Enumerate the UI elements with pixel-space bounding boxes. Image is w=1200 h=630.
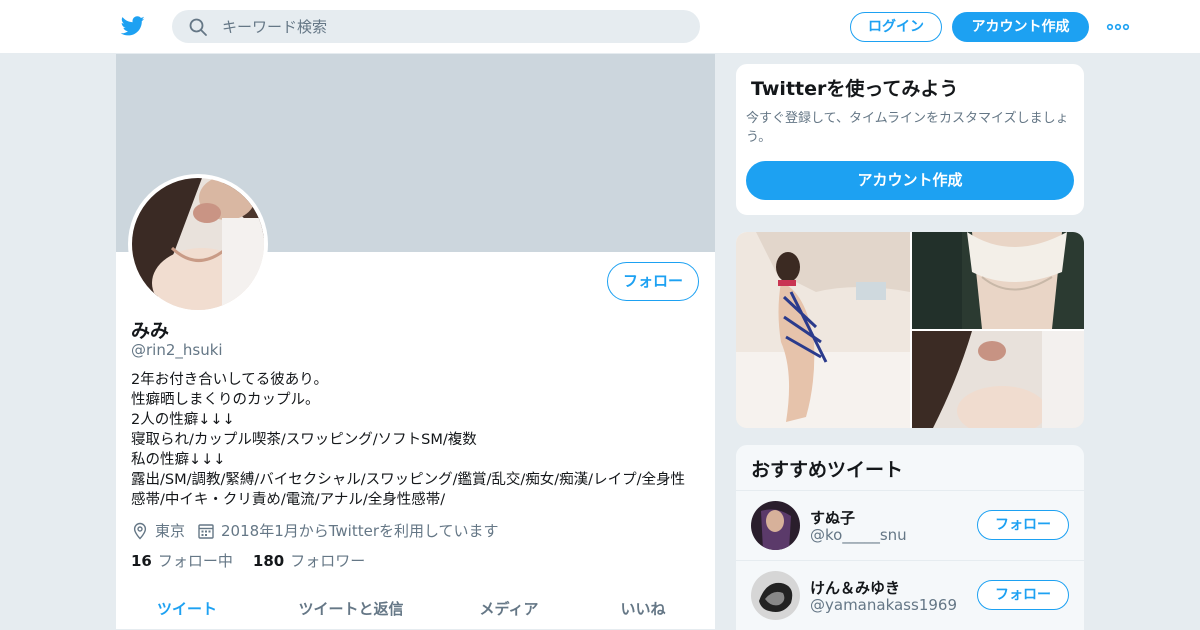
tab-tweets-and-replies[interactable]: ツイートと返信 [258, 584, 444, 629]
profile-joined-date: 2018年1月からTwitterを利用しています [221, 522, 499, 540]
followers-stat[interactable]: 180 フォロワー [253, 550, 365, 571]
avatar-photo [751, 501, 800, 550]
location-pin-icon [133, 522, 147, 539]
recommended-user[interactable]: すぬ子 @ko_____snu フォロー [736, 490, 1084, 559]
tab-media[interactable]: メディア [444, 584, 574, 629]
login-button[interactable]: ログイン [850, 12, 942, 42]
bio-line: 2年お付き合いしてる彼あり。 [131, 372, 328, 388]
media-grid [735, 231, 1085, 429]
followers-count: 180 [252, 552, 285, 570]
user-name[interactable]: すぬ子 [810, 507, 855, 528]
tab-likes[interactable]: いいね [574, 584, 712, 629]
following-label: フォロー中 [157, 552, 233, 570]
profile-name[interactable]: みみ [131, 316, 169, 343]
search-input[interactable] [222, 10, 682, 43]
bio-line: 感帯/中イキ・クリ責め/電流/アナル/全身性感帯/ [131, 492, 446, 508]
media-thumbnail[interactable] [912, 331, 1084, 428]
user-handle[interactable]: @ko_____snu [810, 526, 907, 544]
follow-button[interactable]: フォロー [977, 510, 1069, 540]
try-twitter-text: 今すぐ登録して、タイムラインをカスタマイズしましょう。 [746, 111, 1069, 145]
bio-line: 2人の性癖↓↓↓ [131, 412, 235, 428]
try-twitter-title: Twitterを使ってみよう [751, 78, 959, 100]
top-navigation-bar: ログイン アカウント作成 [0, 0, 1200, 54]
search-box[interactable] [172, 10, 700, 43]
tab-tweets[interactable]: ツイート [116, 584, 258, 629]
recommended-user[interactable]: けん＆みゆき @yamanakass1969 フォロー [736, 560, 1084, 629]
try-twitter-card: Twitterを使ってみよう 今すぐ登録して、タイムラインをカスタマイズしましょ… [735, 63, 1085, 216]
signup-button[interactable]: アカウント作成 [952, 12, 1089, 42]
user-handle[interactable]: @yamanakass1969 [810, 596, 957, 614]
search-icon [189, 18, 207, 36]
create-account-button[interactable]: アカウント作成 [746, 161, 1074, 200]
media-thumbnail[interactable] [736, 232, 910, 428]
twitter-bird-logo-icon[interactable] [120, 14, 146, 38]
more-options-icon[interactable] [1106, 18, 1130, 36]
media-photo [912, 331, 1084, 428]
follow-button[interactable]: フォロー [607, 262, 699, 301]
profile-avatar[interactable] [128, 174, 268, 314]
calendar-icon [198, 523, 214, 539]
recommended-tweets-card: おすすめツイート すぬ子 @ko_____snu フォロー けん＆みゆき @ya… [735, 444, 1085, 630]
user-avatar[interactable] [751, 501, 800, 550]
recommended-title: おすすめツイート [751, 459, 904, 481]
profile-bio: 2年お付き合いしてる彼あり。 性癖晒しまくりのカップル。 2人の性癖↓↓↓ 寝取… [131, 370, 701, 510]
profile-stats: 16 フォロー中 180 フォロワー [131, 550, 385, 571]
profile-panel: フォロー みみ @rin2_hsuki 2年お付き合いしてる彼あり。 性癖晒しま… [116, 54, 715, 630]
profile-meta: 東京 2018年1月からTwitterを利用しています [131, 520, 499, 541]
following-count: 16 [131, 552, 152, 570]
avatar-photo [751, 571, 800, 620]
user-avatar[interactable] [751, 571, 800, 620]
avatar-photo [132, 178, 264, 310]
followers-label: フォロワー [290, 552, 366, 570]
media-photo [736, 232, 910, 428]
following-stat[interactable]: 16 フォロー中 [131, 550, 233, 571]
profile-tabs: ツイート ツイートと返信 メディア いいね [116, 584, 715, 630]
user-name[interactable]: けん＆みゆき [810, 577, 900, 598]
bio-line: 露出/SM/調教/緊縛/バイセクシャル/スワッピング/鑑賞/乱交/痴女/痴漢/レ… [131, 472, 685, 488]
media-photo [912, 232, 1084, 329]
bio-line: 私の性癖↓↓↓ [131, 452, 226, 468]
profile-location: 東京 [155, 522, 186, 540]
bio-line: 性癖晒しまくりのカップル。 [131, 392, 320, 408]
follow-button[interactable]: フォロー [977, 580, 1069, 610]
bio-line: 寝取られ/カップル喫茶/スワッピング/ソフトSM/複数 [131, 432, 477, 448]
media-thumbnail[interactable] [912, 232, 1084, 329]
profile-handle[interactable]: @rin2_hsuki [131, 341, 223, 359]
